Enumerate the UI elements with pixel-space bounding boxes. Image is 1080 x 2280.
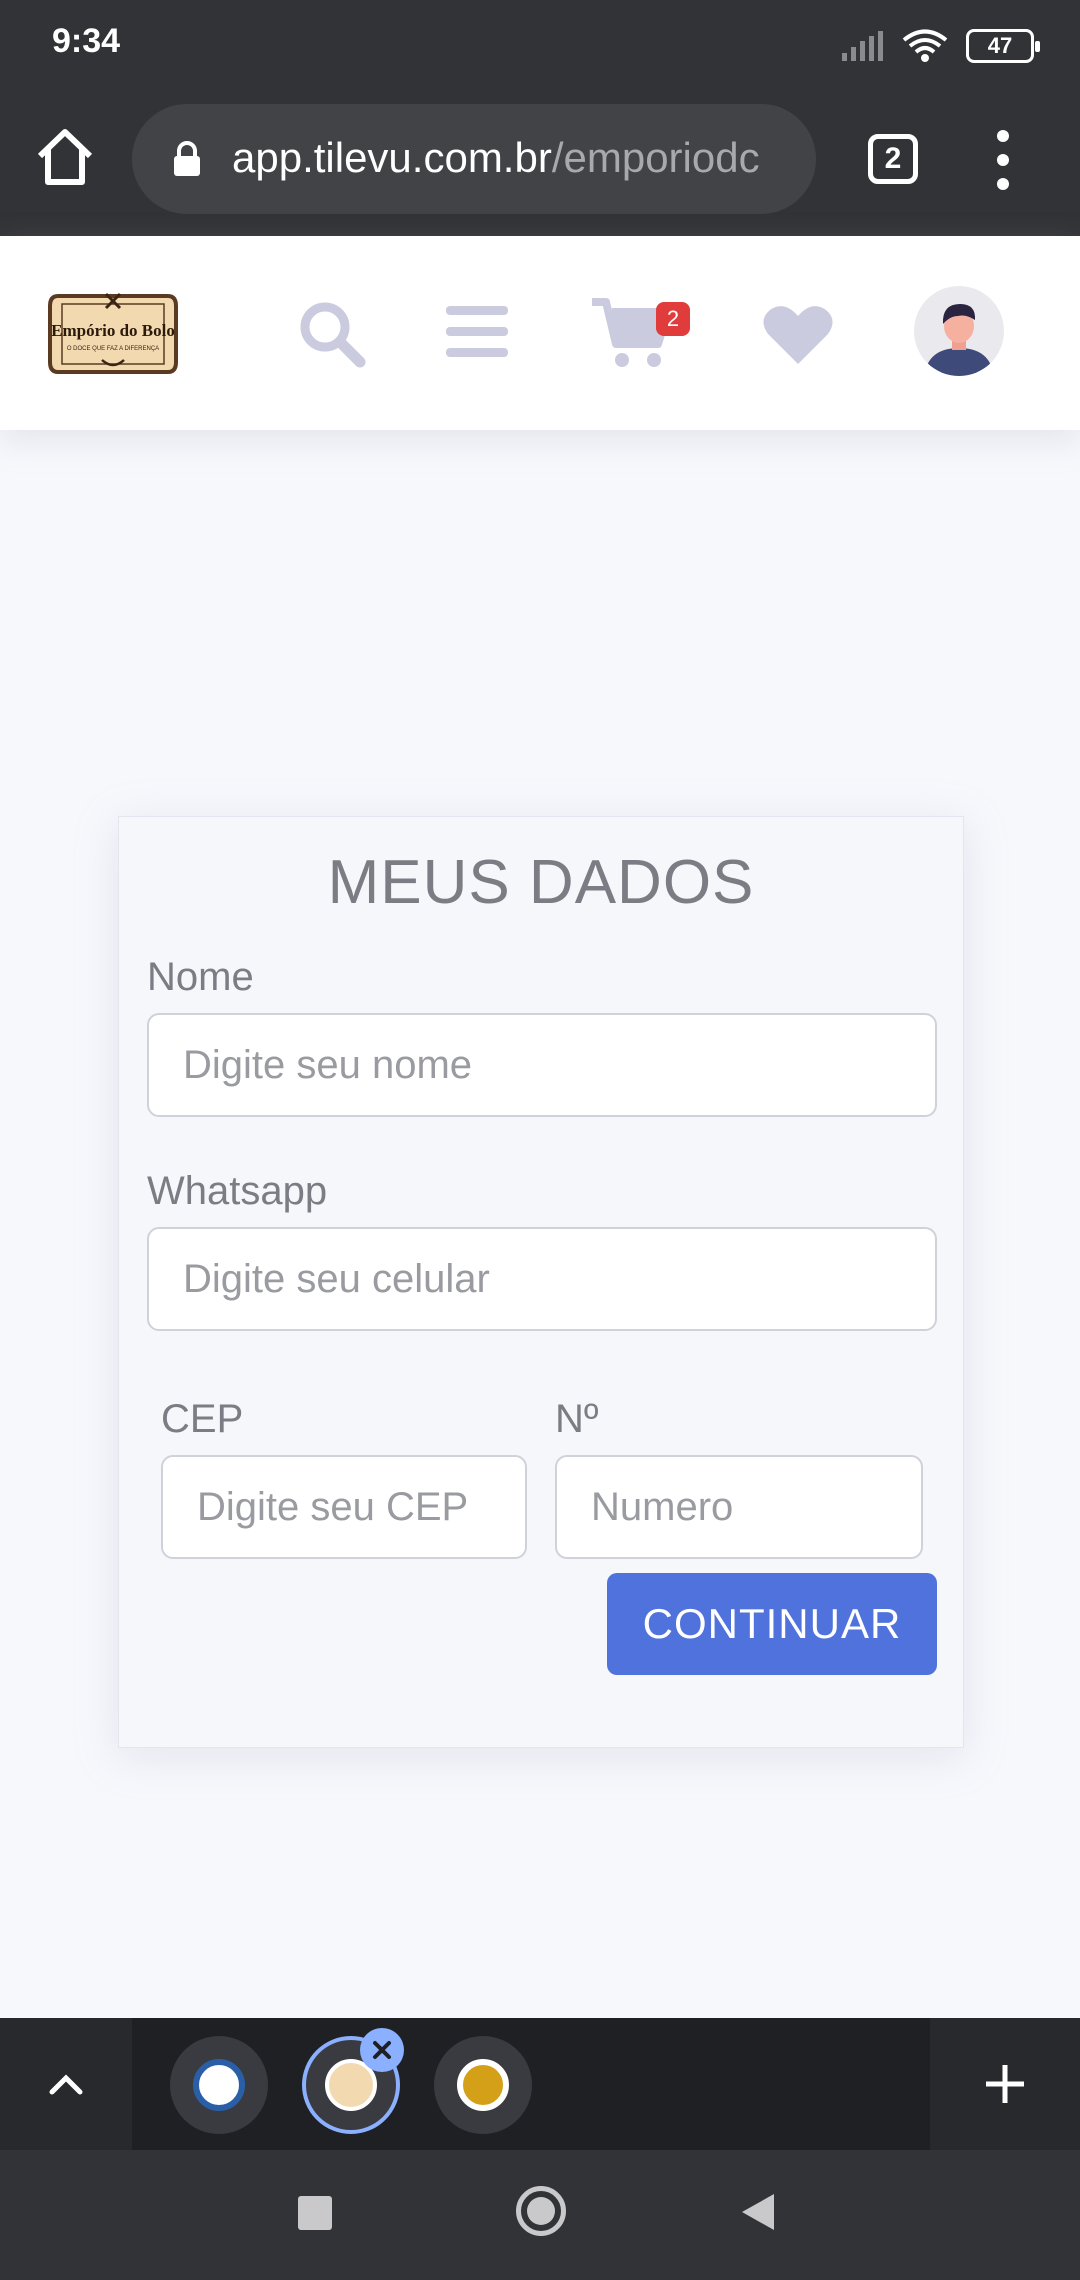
cep-label: CEP xyxy=(161,1397,244,1441)
numero-placeholder: Numero xyxy=(591,1484,734,1529)
continue-button[interactable]: CONTINUAR xyxy=(607,1573,937,1675)
system-navigation-bar xyxy=(0,2150,1080,2280)
tab-switcher-button[interactable]: 2 xyxy=(868,134,918,184)
user-avatar[interactable] xyxy=(914,286,1004,376)
url-host: app.tilevu.com.br xyxy=(232,134,552,181)
wifi-icon xyxy=(902,29,948,62)
tab-favicon-3 xyxy=(457,2059,509,2111)
tab-count: 2 xyxy=(884,142,902,175)
numero-label: Nº xyxy=(555,1397,599,1441)
chevron-up-icon xyxy=(49,2074,83,2095)
url-text: app.tilevu.com.br/emporiodc xyxy=(232,134,760,182)
new-tab-button[interactable] xyxy=(930,2018,1080,2150)
cep-input[interactable]: Digite seu CEP xyxy=(161,1455,527,1559)
close-tab-icon[interactable] xyxy=(360,2028,404,2072)
tab-strip xyxy=(0,2018,1080,2150)
tab-thumbnail-3[interactable] xyxy=(434,2036,532,2134)
tab-favicon-1 xyxy=(193,2059,245,2111)
lock-icon xyxy=(174,141,200,176)
cart-count-badge: 2 xyxy=(656,302,690,336)
avatar-icon xyxy=(924,304,994,376)
battery-indicator: 47 xyxy=(966,29,1040,63)
search-icon[interactable] xyxy=(296,298,366,368)
back-icon[interactable] xyxy=(742,2194,774,2230)
card-title: MEUS DADOS xyxy=(327,848,755,917)
home-icon[interactable] xyxy=(34,126,96,188)
whatsapp-label: Whatsapp xyxy=(147,1169,328,1213)
site-header: Empório do Bolo O DOCE QUE FAZ A DIFEREN… xyxy=(0,236,1080,430)
signal-icon xyxy=(842,31,883,61)
svg-text:Empório do Bolo: Empório do Bolo xyxy=(51,321,175,340)
more-menu-icon[interactable] xyxy=(990,130,1016,190)
address-bar[interactable]: app.tilevu.com.br/emporiodc xyxy=(132,104,816,214)
status-bar: 9:34 47 xyxy=(0,0,1080,90)
nome-label: Nome xyxy=(147,955,254,999)
tab-thumbnail-1[interactable] xyxy=(170,2036,268,2134)
whatsapp-input[interactable]: Digite seu celular xyxy=(147,1227,937,1331)
battery-level: 47 xyxy=(987,33,1013,58)
plus-icon xyxy=(986,2065,1024,2103)
browser-toolbar: app.tilevu.com.br/emporiodc 2 xyxy=(0,90,1080,236)
expand-tabs-button[interactable] xyxy=(0,2018,132,2150)
nome-input[interactable]: Digite seu nome xyxy=(147,1013,937,1117)
menu-icon[interactable] xyxy=(446,304,508,360)
cep-placeholder: Digite seu CEP xyxy=(197,1484,469,1529)
svg-text:O DOCE QUE FAZ A DIFERENÇA: O DOCE QUE FAZ A DIFERENÇA xyxy=(67,346,159,352)
url-path: /emporiodc xyxy=(551,134,760,181)
store-logo[interactable]: Empório do Bolo O DOCE QUE FAZ A DIFEREN… xyxy=(46,286,180,382)
recents-icon[interactable] xyxy=(298,2196,332,2230)
status-time: 9:34 xyxy=(52,22,121,60)
numero-input[interactable]: Numero xyxy=(555,1455,923,1559)
whatsapp-placeholder: Digite seu celular xyxy=(183,1256,490,1301)
my-data-card: MEUS DADOS Nome Digite seu nome Whatsapp… xyxy=(118,816,964,1748)
nome-placeholder: Digite seu nome xyxy=(183,1042,473,1087)
status-icons: 47 xyxy=(840,26,1040,66)
home-nav-icon[interactable] xyxy=(516,2186,566,2236)
heart-icon[interactable] xyxy=(762,304,834,366)
